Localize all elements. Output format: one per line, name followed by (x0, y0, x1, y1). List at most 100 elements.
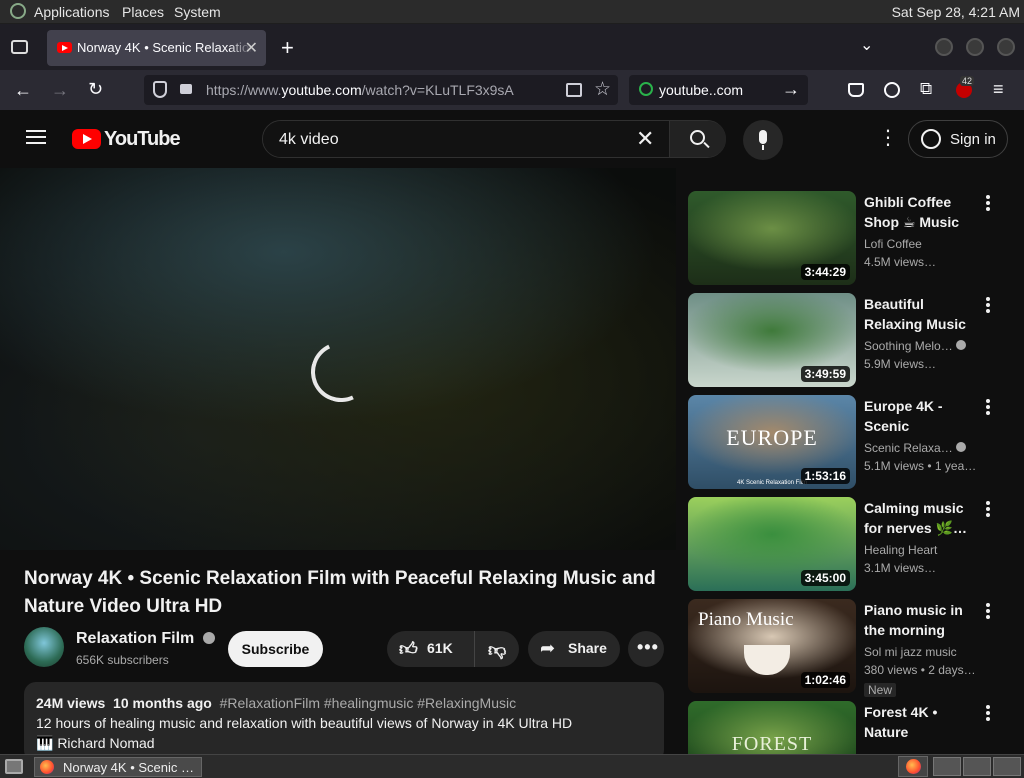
rec-kebab-icon[interactable] (982, 601, 994, 621)
menu-applications[interactable]: Applications (34, 4, 110, 20)
youtube-logo-icon[interactable] (72, 129, 101, 149)
search-button[interactable] (670, 121, 726, 157)
show-desktop-icon[interactable] (5, 759, 23, 774)
loading-spinner-icon (302, 333, 380, 411)
video-thumbnail[interactable]: FOREST (688, 701, 856, 754)
account-icon[interactable] (884, 82, 900, 98)
new-tab-icon[interactable]: + (281, 35, 294, 61)
workspace-switcher[interactable] (898, 756, 928, 777)
thumbnail-overlay-text: FOREST (731, 733, 813, 754)
rec-title[interactable]: Calming music for nerves 🌿… (864, 498, 976, 538)
firefox-icon (40, 760, 54, 774)
workspace-3[interactable] (963, 757, 991, 776)
list-item[interactable]: 3:49:59 Beautiful Relaxing Music … Sooth… (688, 293, 1024, 389)
tab-close-icon[interactable]: ✕ (245, 38, 258, 58)
duration-badge: 3:44:29 (800, 264, 850, 280)
rec-kebab-icon[interactable] (982, 295, 994, 315)
rec-channel[interactable]: Lofi Coffee (864, 237, 976, 251)
channel-avatar[interactable] (24, 627, 64, 667)
url-text[interactable]: https://www.youtube.com/watch?v=KLuTLF3x… (206, 82, 514, 98)
share-label: Share (568, 640, 607, 656)
youtube-header: YouTube 4k video ✕ ⋮ Sign in (0, 110, 1024, 168)
share-button[interactable]: ➦ Share (528, 631, 620, 667)
shield-icon[interactable] (153, 81, 167, 98)
search-engine-icon (639, 82, 653, 96)
list-item[interactable]: EUROPE 4K Scenic Relaxation Film 1:53:16… (688, 395, 1024, 491)
reader-view-icon[interactable] (566, 83, 582, 97)
rec-kebab-icon[interactable] (982, 193, 994, 213)
microphone-icon (759, 130, 767, 144)
user-avatar-icon (921, 129, 941, 149)
bookmark-star-icon[interactable]: ☆ (594, 78, 611, 101)
list-item[interactable]: FOREST Forest 4K • Nature Relaxati… (688, 701, 1024, 754)
list-item[interactable]: Piano Music 1:02:46 Piano music in the m… (688, 599, 1024, 697)
menu-system[interactable]: System (174, 4, 221, 20)
window-minimize-icon[interactable] (935, 38, 953, 56)
duration-badge: 1:53:16 (800, 468, 850, 484)
reload-icon[interactable]: ↻ (88, 80, 103, 98)
rec-kebab-icon[interactable] (982, 703, 994, 723)
video-thumbnail[interactable]: 3:45:00 (688, 497, 856, 591)
rec-meta: 380 views • 2 days… (864, 663, 976, 677)
taskbar-window-button[interactable]: Norway 4K • Scenic … (34, 757, 202, 777)
video-thumbnail[interactable]: 3:44:29 (688, 191, 856, 285)
video-thumbnail[interactable]: Piano Music 1:02:46 (688, 599, 856, 693)
search-query[interactable]: 4k video (279, 131, 339, 149)
like-button[interactable]: 👍︎ 61K (387, 631, 475, 667)
list-item[interactable]: 3:45:00 Calming music for nerves 🌿… Heal… (688, 497, 1024, 593)
more-actions-button[interactable]: ••• (628, 631, 664, 667)
window-close-icon[interactable] (997, 38, 1015, 56)
rec-channel[interactable]: Sol mi jazz music (864, 645, 976, 659)
description-text: 12 hours of healing music and relaxation… (36, 715, 573, 731)
extensions-puzzle-icon[interactable]: ⧉ (920, 79, 932, 99)
rec-title[interactable]: Europe 4K - Scenic Relaxati… (864, 396, 976, 436)
tab-list-chevron-down-icon[interactable]: ⌄ (860, 35, 873, 55)
lock-icon[interactable] (180, 84, 192, 94)
forward-arrow-icon[interactable]: → (51, 81, 69, 99)
browser-tab-active[interactable]: Norway 4K • Scenic Relaxation Film with … (47, 30, 267, 66)
rec-title[interactable]: Piano music in the morning for… (864, 600, 976, 640)
rec-channel[interactable]: Soothing Melo… (864, 339, 976, 353)
video-player[interactable] (0, 168, 676, 550)
rec-title[interactable]: Beautiful Relaxing Music … (864, 294, 976, 334)
channel-name-link[interactable]: Relaxation Film (76, 630, 215, 648)
subscriber-count: 656K subscribers (76, 653, 169, 667)
workspace-4[interactable] (993, 757, 1021, 776)
video-thumbnail[interactable]: EUROPE 4K Scenic Relaxation Film 1:53:16 (688, 395, 856, 489)
workspace-2[interactable] (933, 757, 961, 776)
url-bar[interactable]: https://www.youtube.com/watch?v=KLuTLF3x… (144, 75, 618, 105)
rec-channel[interactable]: Scenic Relaxa… (864, 441, 976, 455)
hashtags[interactable]: #RelaxationFilm #healingmusic #RelaxingM… (220, 695, 516, 711)
rec-kebab-icon[interactable] (982, 499, 994, 519)
search-bar-text[interactable]: youtube..com (659, 82, 743, 98)
hamburger-menu-icon[interactable]: ≡ (993, 79, 1004, 100)
os-logo-icon[interactable] (10, 3, 26, 19)
thumbs-down-icon: 👎︎ (488, 640, 507, 660)
window-maximize-icon[interactable] (966, 38, 984, 56)
subscribe-button[interactable]: Subscribe (228, 631, 323, 667)
rec-channel[interactable]: Healing Heart (864, 543, 976, 557)
tab-overview-icon[interactable] (11, 40, 28, 54)
browser-search-bar[interactable]: youtube..com → (629, 75, 808, 105)
view-count: 24M views (36, 695, 106, 711)
pocket-icon[interactable] (848, 83, 864, 97)
dislike-button[interactable]: 👎︎ (475, 631, 519, 667)
sign-in-button[interactable]: Sign in (908, 120, 1008, 158)
clock[interactable]: Sat Sep 28, 4:21 AM (892, 4, 1020, 20)
menu-places[interactable]: Places (122, 4, 164, 20)
settings-kebab-icon[interactable]: ⋮ (878, 128, 898, 148)
youtube-logo-text[interactable]: YouTube (104, 128, 181, 151)
list-item[interactable]: 3:44:29 Ghibli Coffee Shop ☕ Music to… L… (688, 191, 1024, 287)
go-arrow-icon[interactable]: → (782, 79, 800, 100)
video-description[interactable]: 24M views 10 months ago #RelaxationFilm … (24, 682, 664, 762)
back-arrow-icon[interactable]: ← (14, 81, 32, 99)
new-badge: New (864, 683, 897, 697)
voice-search-button[interactable] (743, 120, 783, 160)
rec-kebab-icon[interactable] (982, 397, 994, 417)
guide-menu-icon[interactable] (26, 130, 46, 132)
video-thumbnail[interactable]: 3:49:59 (688, 293, 856, 387)
rec-title[interactable]: Forest 4K • Nature Relaxati… (864, 702, 976, 742)
rec-title[interactable]: Ghibli Coffee Shop ☕ Music to… (864, 192, 976, 232)
clear-search-icon[interactable]: ✕ (636, 126, 654, 152)
search-input[interactable]: 4k video ✕ (263, 121, 670, 157)
